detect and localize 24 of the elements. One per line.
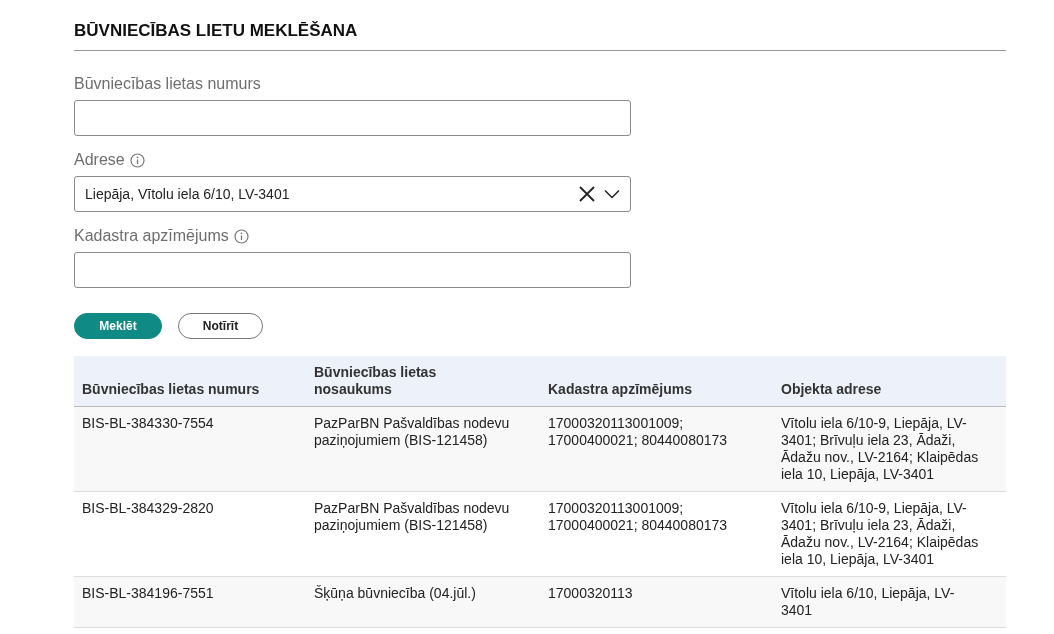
clear-button[interactable]: Notīrīt [178, 313, 263, 339]
table-cell: Vītolu iela 6/10, Liepāja, LV-3401 [773, 576, 1006, 628]
table-row[interactable]: BIS-BL-384196-7551 Šķūņa būvniecība (04.jūl.) 17000320113 Vītolu iela 6/10, Liepāja, LV-3401 [74, 576, 1006, 628]
table-cell: 17000320113001009; 17000400021; 80440080173 [540, 406, 773, 492]
table-cell: PazParBN Pašvaldības nodevu paziņojumiem (BIS-121458) [306, 406, 540, 492]
table-cell: PazParBN Pašvaldības nodevu paziņojumiem (BIS-121458) [306, 491, 540, 577]
search-button[interactable]: Meklēt [74, 313, 162, 339]
field-label: Adrese [74, 151, 125, 169]
address-select[interactable]: Liepāja, Vītolu iela 6/10, LV-3401 [74, 176, 631, 212]
table-cell: BIS-BL-384329-2820 [74, 491, 306, 577]
field-label: Būvniecības lietas numurs [74, 75, 261, 93]
table-cell: BIS-BL-384196-7551 [74, 576, 306, 628]
table-cell: 17000320113 [540, 576, 773, 628]
page-title: BŪVNIECĪBAS LIETU MEKLĒŠANA [74, 18, 1006, 51]
column-header: Būvniecības lietas nosaukums [306, 356, 540, 407]
table-cell: Vītolu iela 6/10-9, Liepāja, LV-3401; Brīvuļu iela 23, Ādaži, Ādažu nov., LV-2164; Klaipēdas iela 10, Liepāja, LV-3401 [773, 406, 1006, 492]
column-header: Būvniecības lietas numurs [74, 356, 306, 407]
field-label: Kadastra apzīmējums [74, 227, 229, 245]
table-cell: 17000320113001009; 17000400021; 80440080173 [540, 491, 773, 577]
column-header: Kadastra apzīmējums [540, 356, 773, 407]
column-header: Objekta adrese [773, 356, 1006, 407]
table-cell: BIS-BL-384330-7554 [74, 406, 306, 492]
table-cell: Vītolu iela 6/10-9, Liepāja, LV-3401; Brīvuļu iela 23, Ādaži, Ādažu nov., LV-2164; Klaipēdas iela 10, Liepāja, LV-3401 [773, 491, 1006, 577]
table-cell: Šķūņa būvniecība (04.jūl.) [306, 576, 540, 628]
